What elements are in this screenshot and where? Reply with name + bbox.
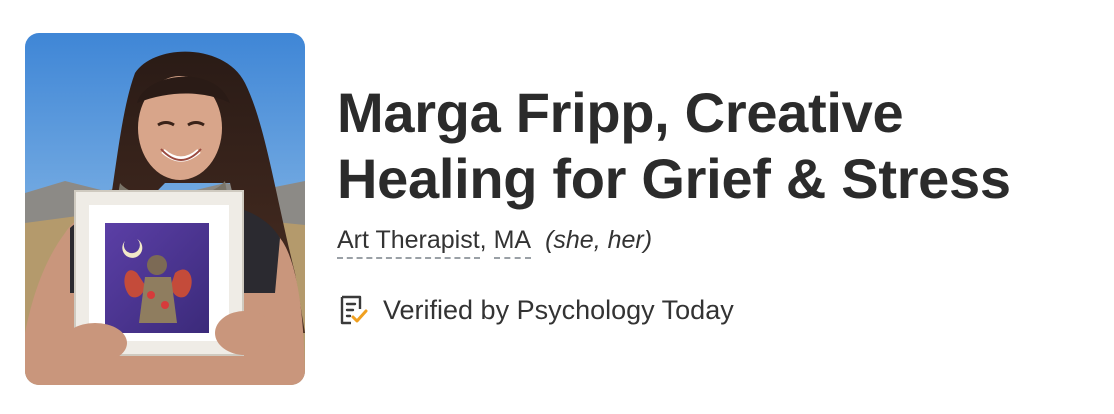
credential-separator: , (479, 226, 494, 254)
profile-photo (25, 33, 305, 385)
credentials-row: Art Therapist, MA (she, her) (337, 224, 1097, 259)
verified-text: Verified by Psychology Today (383, 294, 734, 325)
verified-document-check-icon (337, 294, 369, 326)
name-line-1: Marga Fripp, Creative (337, 81, 904, 144)
page-title: Marga Fripp, Creative Healing for Grief … (337, 80, 1097, 212)
verified-badge: Verified by Psychology Today (337, 294, 734, 326)
pronouns: (she, her) (545, 226, 653, 254)
profession-link[interactable]: Art Therapist (337, 224, 480, 259)
name-line-2: Healing for Grief & Stress (337, 147, 1011, 210)
profile-header-card: Marga Fripp, Creative Healing for Grief … (0, 0, 1114, 414)
credential-link[interactable]: MA (493, 224, 532, 259)
profile-info: Marga Fripp, Creative Healing for Grief … (337, 80, 1097, 259)
